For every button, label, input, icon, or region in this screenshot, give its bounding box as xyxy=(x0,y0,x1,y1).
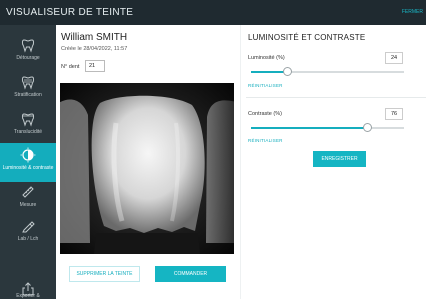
sidebar-item-translucidite[interactable]: Translucidité xyxy=(0,107,56,144)
panel-divider xyxy=(240,25,241,299)
contrast-value-input[interactable]: 76 xyxy=(385,108,403,120)
section-divider xyxy=(246,97,426,98)
created-date: Créée le 28/04/2022, 11:57 xyxy=(61,46,128,52)
order-button[interactable]: COMMANDER xyxy=(155,266,226,282)
sidebar-item-mesure[interactable]: Mesure xyxy=(0,180,56,217)
sidebar-item-label: Stratification xyxy=(14,92,42,98)
close-button[interactable]: FERMER xyxy=(402,9,423,15)
slider-fill xyxy=(251,71,288,73)
color-pick-icon xyxy=(22,221,35,233)
window-title: VISUALISEUR DE TEINTE xyxy=(6,7,134,18)
tooth-translucency-icon xyxy=(21,113,35,127)
sidebar: Détourage Stratification Translucidité L… xyxy=(0,25,56,299)
slider-thumb[interactable] xyxy=(283,67,293,76)
tooth-outline-icon xyxy=(21,39,35,53)
tooth-number-label: N° dent xyxy=(61,64,80,70)
brightness-slider[interactable] xyxy=(251,67,404,77)
brightness-reset-link[interactable]: RÉINITIALISER xyxy=(248,83,283,88)
title-bar: VISUALISEUR DE TEINTE FERMER xyxy=(0,0,426,25)
sidebar-item-lab-lch[interactable]: Lab / Lch xyxy=(0,214,56,251)
sidebar-item-stratification[interactable]: Stratification xyxy=(0,70,56,107)
brightness-label: Luminosité (%) xyxy=(248,55,285,61)
sidebar-item-label: Luminosité & contraste xyxy=(2,165,54,171)
sidebar-item-exporter[interactable]: Exporter & xyxy=(0,279,56,299)
contrast-label: Contraste (%) xyxy=(248,111,282,117)
sidebar-item-label: Exporter & xyxy=(16,293,40,299)
patient-name: William SMITH xyxy=(61,32,128,43)
sidebar-item-label: Détourage xyxy=(16,55,40,61)
contrast-reset-link[interactable]: RÉINITIALISER xyxy=(248,138,283,143)
tooth-layers-icon xyxy=(21,76,35,90)
sidebar-item-label: Translucidité xyxy=(13,129,43,135)
tooth-number-input[interactable]: 21 xyxy=(85,60,105,72)
contrast-slider[interactable] xyxy=(251,123,404,133)
save-button[interactable]: ENREGISTRER xyxy=(313,151,366,167)
sidebar-item-detourage[interactable]: Détourage xyxy=(0,33,56,70)
tooth-photo xyxy=(60,83,234,254)
section-title: LUMINOSITÉ ET CONTRASTE xyxy=(248,33,366,42)
ruler-icon xyxy=(22,186,34,198)
delete-shade-button[interactable]: SUPPRIMER LA TEINTE xyxy=(69,266,140,282)
brightness-value-input[interactable]: 24 xyxy=(385,52,403,64)
slider-thumb[interactable] xyxy=(362,123,372,132)
tooth-image xyxy=(60,83,234,254)
sidebar-item-luminosite[interactable]: Luminosité & contraste xyxy=(0,143,56,182)
sidebar-item-label: Lab / Lch xyxy=(17,236,39,242)
half-circle-contrast-icon xyxy=(20,147,36,163)
sidebar-item-label: Mesure xyxy=(19,202,37,208)
slider-fill xyxy=(251,127,368,129)
